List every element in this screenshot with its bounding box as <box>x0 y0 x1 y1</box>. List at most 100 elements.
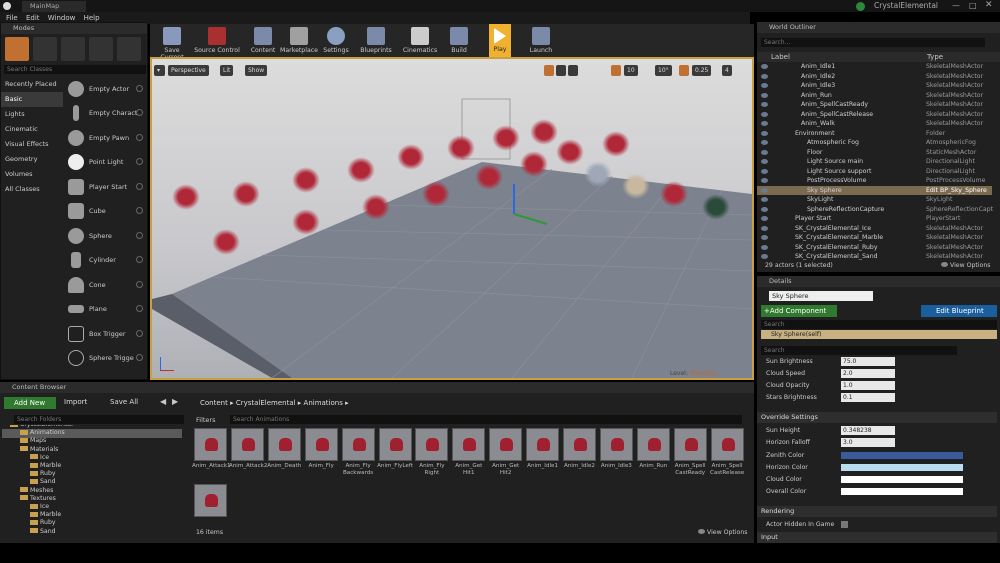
outliner-view-options[interactable]: View Options <box>941 262 991 269</box>
back-arrow-icon[interactable]: ◀ <box>160 397 166 406</box>
crystal-elemental-sand-mesh[interactable] <box>622 173 650 199</box>
crystal-elemental-mesh[interactable] <box>397 144 425 170</box>
crystal-elemental-mesh[interactable] <box>447 135 475 161</box>
visibility-eye-icon[interactable] <box>761 73 768 79</box>
crystal-elemental-mesh[interactable] <box>172 184 200 210</box>
add-new-button[interactable]: Add New <box>4 397 56 409</box>
visibility-eye-icon[interactable] <box>761 206 768 212</box>
crystal-elemental-ruby-mesh[interactable] <box>660 181 688 207</box>
help-icon[interactable] <box>136 207 143 214</box>
place-item-box-trigger[interactable]: Box Trigger <box>65 322 147 346</box>
visibility-eye-icon[interactable] <box>761 244 768 250</box>
scale-snap-value[interactable]: 0.25 <box>692 65 712 76</box>
visibility-eye-icon[interactable] <box>761 197 768 202</box>
content-browser-tab[interactable]: Content Browser <box>0 382 754 393</box>
component-self-row[interactable]: Sky Sphere(self) <box>761 330 997 339</box>
visibility-eye-icon[interactable] <box>761 121 768 126</box>
crystal-elemental-mesh[interactable] <box>232 181 260 207</box>
outliner-row[interactable]: Environment Folder <box>757 129 992 139</box>
help-icon[interactable] <box>136 305 143 312</box>
visibility-eye-icon[interactable] <box>761 111 768 117</box>
visibility-eye-icon[interactable] <box>761 216 768 221</box>
checkbox[interactable] <box>841 521 848 528</box>
column-type[interactable]: Type <box>927 53 943 61</box>
minimize-button[interactable]: — <box>952 1 960 10</box>
animation-asset-thumbnail[interactable] <box>267 428 301 461</box>
outliner-row[interactable]: Anim_SpellCastReady SkeletalMeshActor <box>757 100 992 110</box>
help-icon[interactable] <box>136 134 143 141</box>
visibility-eye-icon[interactable] <box>761 178 768 183</box>
folder-search-input[interactable]: Search Folders <box>14 415 184 424</box>
category-volumes[interactable]: Volumes <box>1 167 63 182</box>
rotation-snap-value[interactable]: 10° <box>655 65 672 76</box>
level-viewport[interactable]: ▾ Perspective Lit Show 10 10° 0.25 4 Lev… <box>150 57 754 380</box>
prop-value[interactable]: 1.0 <box>841 381 895 390</box>
color-swatch[interactable] <box>841 464 963 471</box>
world-outliner-tab[interactable]: World Outliner <box>757 22 1000 33</box>
help-icon[interactable] <box>136 232 143 239</box>
animation-asset-thumbnail[interactable] <box>194 484 227 517</box>
viewport-options-button[interactable]: ▾ <box>154 65 165 76</box>
prop-value[interactable]: 75.0 <box>841 357 895 366</box>
save-all-button[interactable]: Save All <box>110 398 138 406</box>
column-label[interactable]: Label <box>771 53 790 61</box>
crystal-elemental-mesh[interactable] <box>362 194 390 220</box>
help-icon[interactable] <box>136 256 143 263</box>
camera-speed-value[interactable]: 4 <box>722 65 732 76</box>
visibility-eye-icon[interactable] <box>761 83 768 88</box>
visibility-eye-icon[interactable] <box>761 130 768 136</box>
class-search-input[interactable]: Search Classes <box>4 65 146 74</box>
color-swatch[interactable] <box>841 476 963 483</box>
visibility-eye-icon[interactable] <box>761 64 768 69</box>
breadcrumb-crystalelemental[interactable]: CrystalElemental <box>236 399 296 407</box>
help-icon[interactable] <box>136 330 143 337</box>
document-tab[interactable]: MainMap <box>22 1 86 12</box>
help-icon[interactable] <box>136 85 143 92</box>
outliner-row[interactable]: Anim_Walk SkeletalMeshActor <box>757 119 992 129</box>
crystal-elemental-mesh[interactable] <box>492 125 520 151</box>
outliner-row[interactable]: Sky Sphere Edit BP_Sky_Sphere <box>757 185 992 195</box>
animation-asset-thumbnail[interactable] <box>452 428 486 461</box>
place-item-empty-pawn[interactable]: Empty Pawn <box>65 126 147 150</box>
crystal-elemental-mesh[interactable] <box>292 209 320 235</box>
marketplace-button[interactable]: Marketplace <box>280 24 318 57</box>
blueprints-button[interactable]: Blueprints <box>358 24 394 57</box>
outliner-row[interactable]: SK_CrystalElemental_Ice SkeletalMeshActor <box>757 224 992 234</box>
crystal-elemental-mesh[interactable] <box>475 164 503 190</box>
lit-button[interactable]: Lit <box>220 65 234 76</box>
folder-tree-item[interactable]: Sand <box>2 528 182 537</box>
animation-asset-thumbnail[interactable] <box>526 428 560 461</box>
place-item-empty-actor[interactable]: Empty Actor <box>65 77 147 101</box>
help-icon[interactable] <box>136 183 143 190</box>
prop-value[interactable]: 0.1 <box>841 393 895 402</box>
category-cinematic[interactable]: Cinematic <box>1 122 63 137</box>
breadcrumb-content[interactable]: Content <box>200 399 228 407</box>
visibility-eye-icon[interactable] <box>761 225 768 231</box>
landscape-mode-icon[interactable] <box>61 37 85 61</box>
animation-asset-thumbnail[interactable] <box>673 428 707 461</box>
color-swatch[interactable] <box>841 452 963 459</box>
launch-button[interactable]: Launch <box>528 24 554 57</box>
outliner-row[interactable]: Player Start PlayerStart <box>757 214 992 224</box>
rendering-section[interactable]: Rendering <box>757 506 997 517</box>
modes-tab[interactable]: Modes <box>1 23 147 34</box>
outliner-row[interactable]: Light Source main DirectionalLight <box>757 157 992 167</box>
crystal-elemental-mesh[interactable] <box>212 229 240 255</box>
animation-asset-thumbnail[interactable] <box>563 428 596 461</box>
scale-tool-icon[interactable] <box>568 65 578 76</box>
visibility-eye-icon[interactable] <box>761 235 768 240</box>
edit-blueprint-button[interactable]: Edit Blueprint <box>921 305 997 317</box>
outliner-row[interactable]: SphereReflectionCapture SphereReflectionC… <box>757 205 993 215</box>
cinematics-button[interactable]: Cinematics <box>402 24 438 57</box>
help-icon[interactable] <box>136 354 143 361</box>
place-item-player-start[interactable]: Player Start <box>65 175 147 199</box>
animation-asset-thumbnail[interactable] <box>194 428 227 461</box>
outliner-row[interactable]: Anim_Idle3 SkeletalMeshActor <box>757 81 992 91</box>
play-button[interactable]: Play <box>489 24 511 57</box>
rotate-tool-icon[interactable] <box>556 65 566 76</box>
visibility-eye-icon[interactable] <box>761 92 768 98</box>
geometry-mode-icon[interactable] <box>117 37 141 61</box>
crystal-elemental-mesh[interactable] <box>422 181 450 207</box>
prop-value[interactable]: 3.0 <box>841 438 895 447</box>
category-visual-effects[interactable]: Visual Effects <box>1 137 63 152</box>
